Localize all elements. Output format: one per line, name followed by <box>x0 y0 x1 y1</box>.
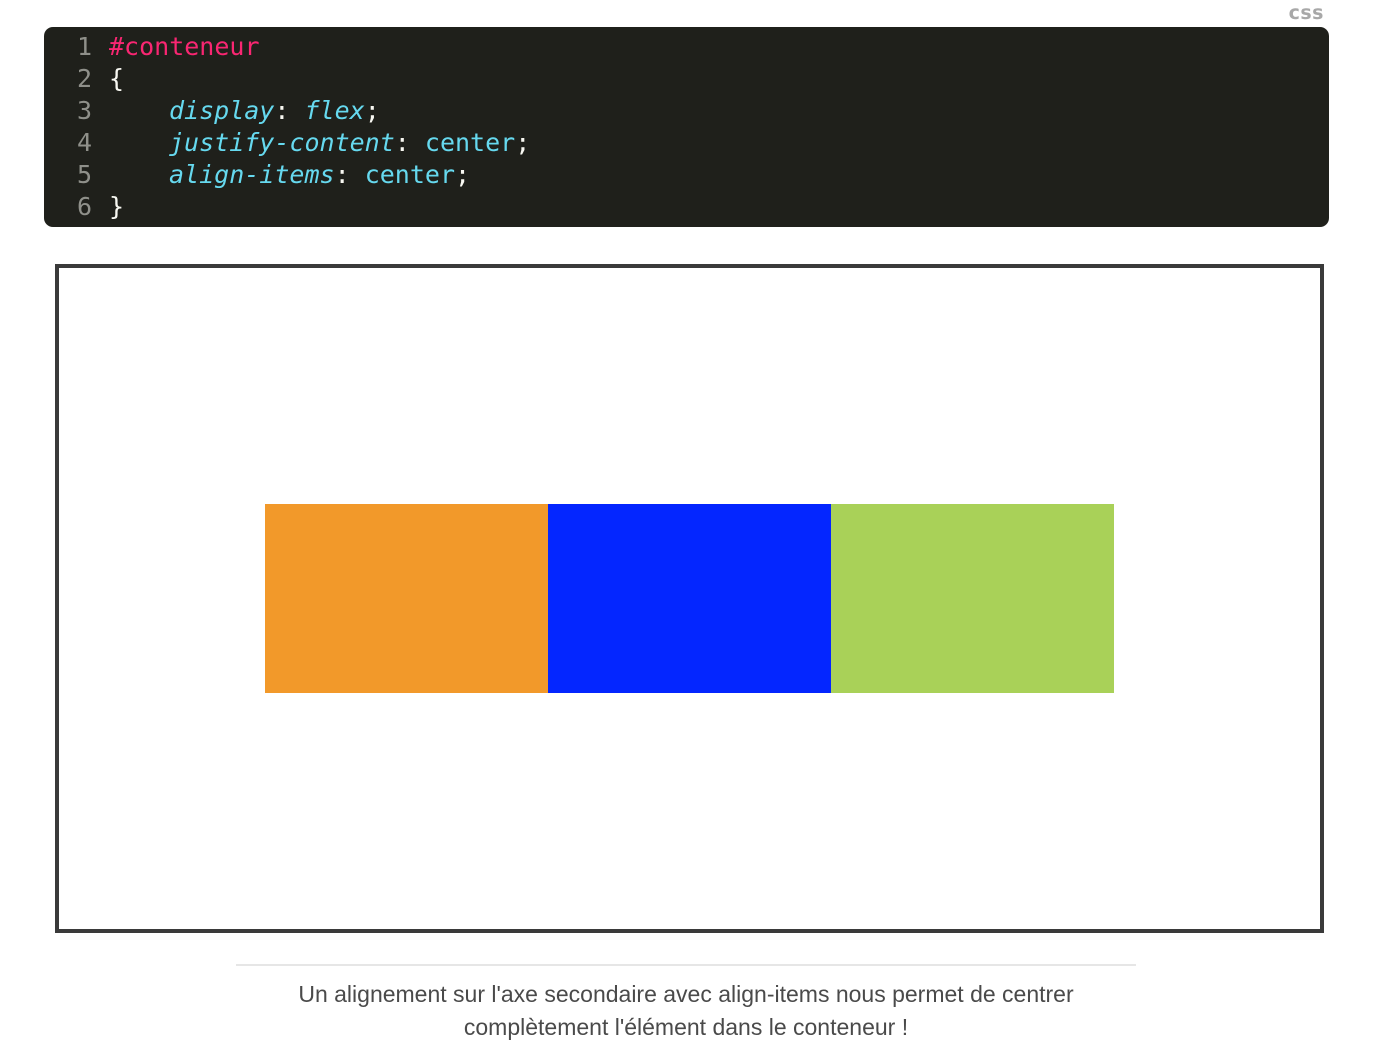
flex-container-demo <box>55 264 1324 933</box>
code-line-6: 6} <box>44 191 1329 223</box>
code-line-2: 2{ <box>44 63 1329 95</box>
flex-item-blue <box>548 504 831 693</box>
semicolon: ; <box>455 160 471 189</box>
line-number: 3 <box>76 96 92 125</box>
line-number: 1 <box>76 32 92 61</box>
css-value: center <box>424 128 516 157</box>
css-property: justify-content <box>169 128 395 157</box>
css-property: display <box>169 96 275 125</box>
colon: : <box>334 160 350 189</box>
css-property: align-items <box>169 160 335 189</box>
code-block: 1 #conteneur 2{ 3 display: flex; 4 justify-… <box>44 27 1329 227</box>
semicolon: ; <box>364 96 380 125</box>
css-value: center <box>364 160 456 189</box>
line-number: 2 <box>76 64 92 93</box>
close-brace: } <box>109 192 125 221</box>
css-value: flex <box>304 96 365 125</box>
colon: : <box>394 128 410 157</box>
line-number: 6 <box>76 192 92 221</box>
flex-item-green <box>831 504 1114 693</box>
line-number: 5 <box>76 160 92 189</box>
code-line-4: 4 justify-content: center; <box>44 127 1329 159</box>
code-line-3: 3 display: flex; <box>44 95 1329 127</box>
language-label: css <box>1288 2 1324 24</box>
semicolon: ; <box>515 128 531 157</box>
figure-caption: Un alignement sur l'axe secondaire avec … <box>298 981 1074 1040</box>
line-number: 4 <box>76 128 92 157</box>
colon: : <box>274 96 290 125</box>
css-selector: #conteneur <box>109 32 260 61</box>
flex-item-orange <box>265 504 548 693</box>
open-brace: { <box>109 64 125 93</box>
code-line-5: 5 align-items: center; <box>44 159 1329 191</box>
caption-divider <box>236 964 1136 966</box>
code-line-1: 1 #conteneur <box>44 31 1329 63</box>
